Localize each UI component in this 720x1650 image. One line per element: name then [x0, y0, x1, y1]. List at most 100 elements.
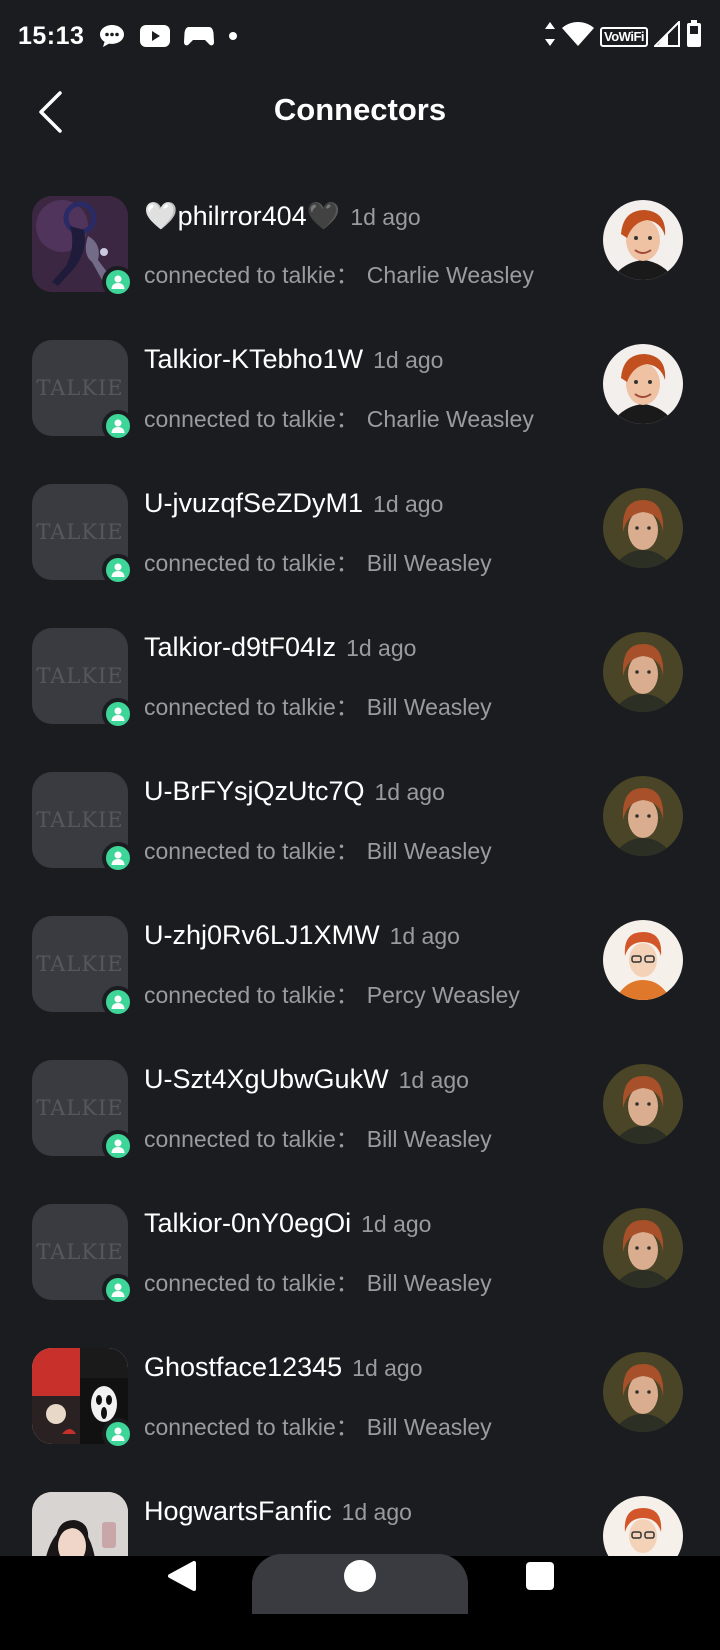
user-name[interactable]: U-zhj0Rv6LJ1XMW — [144, 920, 380, 951]
list-item[interactable]: TALKIE Talkior-0nY0egOi 1d ago connected… — [0, 1198, 720, 1342]
character-avatar[interactable] — [603, 632, 683, 712]
separator: ： — [335, 1126, 359, 1152]
character-avatar[interactable] — [603, 1064, 683, 1144]
vowifi-icon: VoWiFi — [600, 26, 648, 47]
character-name: Percy Weasley — [366, 982, 520, 1008]
nav-home-button[interactable] — [340, 1556, 380, 1596]
character-name: Bill Weasley — [366, 1414, 492, 1440]
system-nav-bar — [0, 1554, 720, 1650]
list-item[interactable]: TALKIE U-BrFYsjQzUtc7Q 1d ago connected … — [0, 766, 720, 910]
character-avatar[interactable] — [603, 920, 683, 1000]
connection-prefix: connected to talkie — [144, 262, 336, 288]
person-icon — [111, 707, 125, 721]
home-circle-icon — [344, 1560, 376, 1592]
name-line: HogwartsFanfic 1d ago — [144, 1496, 412, 1527]
separator: ： — [335, 406, 359, 432]
user-name[interactable]: HogwartsFanfic — [144, 1496, 332, 1527]
separator: ： — [335, 694, 359, 720]
timestamp: 1d ago — [373, 491, 444, 517]
name-line: Talkior-KTebho1W 1d ago — [144, 344, 443, 375]
user-name[interactable]: Talkior-d9tF04Iz — [144, 632, 336, 663]
character-name: Bill Weasley — [366, 838, 492, 864]
list-item[interactable]: TALKIE Talkior-KTebho1W 1d ago connected… — [0, 334, 720, 478]
name-line: Ghostface12345 1d ago — [144, 1352, 423, 1383]
name-line: U-Szt4XgUbwGukW 1d ago — [144, 1064, 469, 1095]
user-name[interactable]: 🤍philrror404🖤 — [144, 200, 340, 232]
person-icon — [111, 851, 125, 865]
timestamp: 1d ago — [398, 1067, 469, 1093]
list-item[interactable]: TALKIE U-Szt4XgUbwGukW 1d ago connected … — [0, 1054, 720, 1198]
character-name: Bill Weasley — [366, 550, 492, 576]
list-item[interactable]: TALKIE Talkior-d9tF04Iz 1d ago connected… — [0, 622, 720, 766]
timestamp: 1d ago — [374, 779, 445, 805]
connection-info: connected to talkie： Bill Weasley — [144, 1408, 492, 1442]
character-avatar[interactable] — [603, 1208, 683, 1288]
game-controller-icon — [184, 24, 215, 48]
timestamp: 1d ago — [352, 1355, 423, 1381]
separator: ： — [335, 262, 359, 288]
character-name: Bill Weasley — [366, 1126, 492, 1152]
person-icon — [111, 563, 125, 577]
character-avatar[interactable] — [603, 488, 683, 568]
name-line: U-jvuzqfSeZDyM1 1d ago — [144, 488, 443, 519]
nav-recents-button[interactable] — [520, 1556, 560, 1596]
person-icon — [111, 419, 125, 433]
character-avatar[interactable] — [603, 344, 683, 424]
connected-badge — [102, 1418, 134, 1450]
connection-info: connected to talkie： Bill Weasley — [144, 1120, 492, 1154]
list-item[interactable]: 🤍philrror404🖤 1d ago connected to talkie… — [0, 190, 720, 334]
youtube-icon — [140, 25, 171, 47]
wifi-icon — [562, 21, 595, 52]
separator: ： — [335, 550, 359, 576]
name-line: U-BrFYsjQzUtc7Q 1d ago — [144, 776, 445, 807]
separator: ： — [335, 1414, 359, 1440]
name-line: 🤍philrror404🖤 1d ago — [144, 200, 421, 232]
user-name[interactable]: Ghostface12345 — [144, 1352, 342, 1383]
chat-bubble-icon — [98, 23, 126, 49]
connected-badge — [102, 554, 134, 586]
header: Connectors — [0, 80, 720, 144]
connection-prefix: connected to talkie — [144, 1414, 336, 1440]
character-name: Bill Weasley — [366, 1270, 492, 1296]
list-item[interactable]: TALKIE U-zhj0Rv6LJ1XMW 1d ago connected … — [0, 910, 720, 1054]
list-item[interactable]: HogwartsFanfic 1d ago — [0, 1486, 720, 1556]
nav-back-button[interactable] — [160, 1556, 200, 1596]
connection-info: connected to talkie： Charlie Weasley — [144, 400, 534, 434]
person-icon — [111, 1427, 125, 1441]
back-triangle-icon — [168, 1561, 196, 1591]
connection-prefix: connected to talkie — [144, 1126, 336, 1152]
connected-badge — [102, 266, 134, 298]
person-icon — [111, 1139, 125, 1153]
connection-prefix: connected to talkie — [144, 550, 336, 576]
timestamp: 1d ago — [389, 923, 460, 949]
user-thumbnail[interactable] — [32, 1492, 128, 1556]
list-item[interactable]: Ghostface12345 1d ago connected to talki… — [0, 1342, 720, 1486]
character-avatar[interactable] — [603, 200, 683, 280]
separator: ： — [335, 838, 359, 864]
person-icon — [111, 1283, 125, 1297]
name-line: U-zhj0Rv6LJ1XMW 1d ago — [144, 920, 460, 951]
user-name[interactable]: U-BrFYsjQzUtc7Q — [144, 776, 365, 807]
character-avatar[interactable] — [603, 1496, 683, 1556]
connection-info: connected to talkie： Bill Weasley — [144, 832, 492, 866]
character-name: Charlie Weasley — [366, 262, 534, 288]
connection-prefix: connected to talkie — [144, 694, 336, 720]
list-item[interactable]: TALKIE U-jvuzqfSeZDyM1 1d ago connected … — [0, 478, 720, 622]
character-avatar[interactable] — [603, 1352, 683, 1432]
connection-info: connected to talkie： Bill Weasley — [144, 688, 492, 722]
user-name[interactable]: U-jvuzqfSeZDyM1 — [144, 488, 363, 519]
timestamp: 1d ago — [341, 1499, 412, 1525]
user-name[interactable]: Talkior-0nY0egOi — [144, 1208, 351, 1239]
signal-icon — [652, 19, 680, 52]
user-name[interactable]: U-Szt4XgUbwGukW — [144, 1064, 389, 1095]
connected-badge — [102, 986, 134, 1018]
character-avatar[interactable] — [603, 776, 683, 856]
character-name: Charlie Weasley — [366, 406, 534, 432]
connectors-list[interactable]: 🤍philrror404🖤 1d ago connected to talkie… — [0, 190, 720, 1556]
connection-prefix: connected to talkie — [144, 406, 336, 432]
connected-badge — [102, 1274, 134, 1306]
user-name[interactable]: Talkior-KTebho1W — [144, 344, 363, 375]
person-icon — [111, 995, 125, 1009]
connected-badge — [102, 410, 134, 442]
separator: ： — [335, 1270, 359, 1296]
